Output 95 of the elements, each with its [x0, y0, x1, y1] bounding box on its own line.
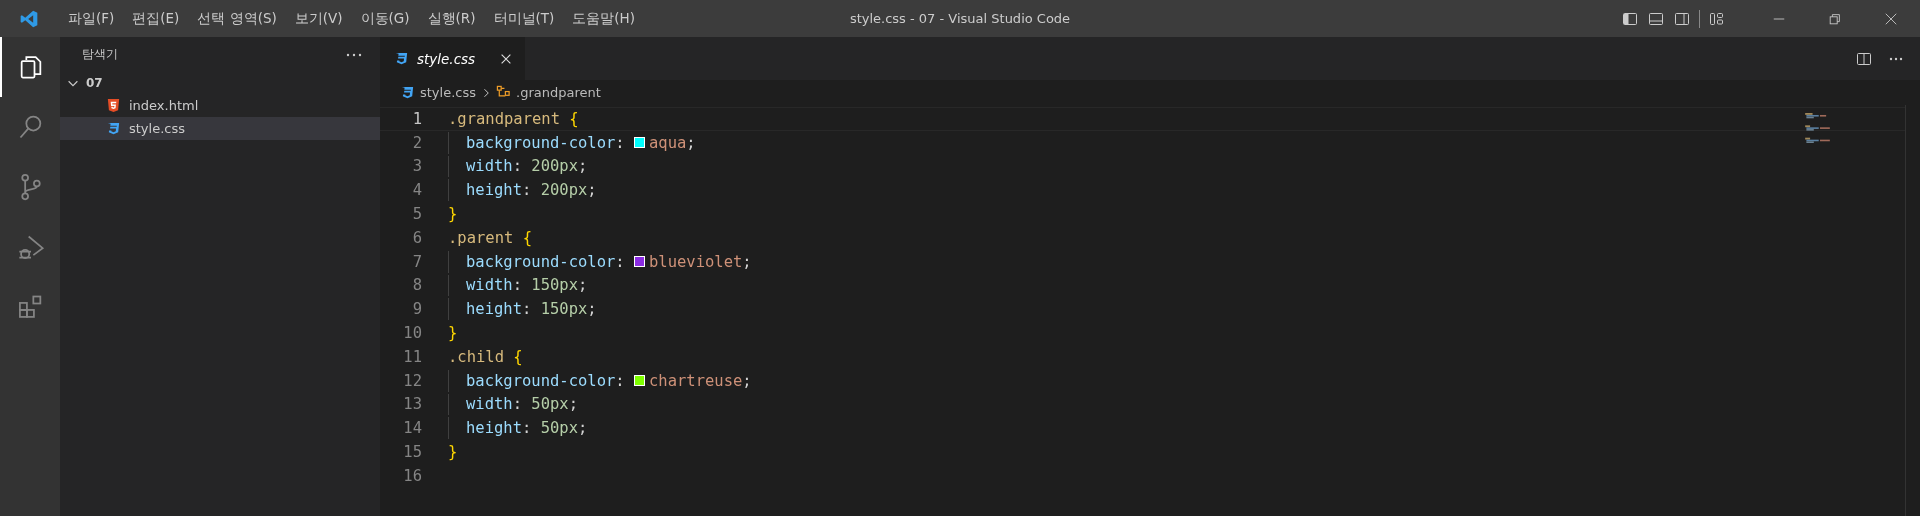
- line-number: 11: [402, 347, 422, 366]
- split-editor-icon[interactable]: [1856, 50, 1872, 67]
- line-number: 10: [402, 324, 422, 343]
- vscode-logo-icon: [19, 8, 39, 29]
- code-token: 50px: [540, 419, 578, 438]
- line-number: 2: [411, 133, 422, 152]
- code-token: .parent: [448, 228, 515, 247]
- code-token: .child: [448, 347, 505, 366]
- code-token: height: [466, 181, 522, 200]
- editor-tab[interactable]: style.css: [380, 37, 526, 80]
- code-token: :: [615, 133, 626, 152]
- line-number: 12: [402, 371, 422, 390]
- layout-icon[interactable]: [1709, 10, 1725, 27]
- run-debug-icon: [17, 233, 45, 261]
- code-token: chartreuse: [649, 371, 743, 390]
- line-number: 6: [411, 228, 422, 247]
- code-token: ;: [587, 181, 597, 200]
- breadcrumb-item[interactable]: .grandparent: [496, 85, 601, 100]
- code-token: ;: [578, 276, 588, 295]
- menu-item[interactable]: 선택 영역(S): [188, 9, 286, 28]
- color-swatch[interactable]: [634, 137, 645, 149]
- line-number: 3: [411, 157, 422, 176]
- code-token: :: [522, 419, 533, 438]
- breadcrumb-item[interactable]: style.css: [400, 85, 476, 100]
- code-token: ;: [578, 157, 588, 176]
- html-file-icon: [106, 98, 121, 113]
- code-token: }: [448, 205, 458, 224]
- code-token: ;: [742, 371, 752, 390]
- sidebar-title: 탐색기: [82, 47, 118, 62]
- restore-icon[interactable]: [1828, 11, 1842, 26]
- minimap-drawing: [1805, 113, 1830, 143]
- menu-item[interactable]: 도움말(H): [563, 9, 644, 28]
- code-token: :: [512, 157, 523, 176]
- code-token: width: [466, 276, 513, 295]
- code-token: :: [512, 276, 523, 295]
- code-token: background-color: [466, 133, 616, 152]
- color-swatch[interactable]: [634, 256, 645, 268]
- window-title: style.css - 07 - Visual Studio Code: [849, 11, 1071, 26]
- code-token: height: [466, 419, 522, 438]
- code-token: ;: [578, 419, 588, 438]
- code-token: blueviolet: [649, 252, 743, 271]
- line-number: 7: [411, 252, 422, 271]
- file-item[interactable]: index.html: [60, 94, 380, 117]
- line-number: 14: [402, 419, 422, 438]
- code-token: 50px: [531, 395, 569, 414]
- css-file-icon: [106, 121, 121, 136]
- code-token: width: [466, 157, 513, 176]
- code-token: 200px: [540, 181, 588, 200]
- code-token: {: [569, 109, 579, 128]
- menu-item[interactable]: 터미널(T): [484, 9, 564, 28]
- code-token: ;: [568, 395, 578, 414]
- code-token: :: [522, 181, 533, 200]
- line-number: 16: [402, 466, 422, 485]
- code-token: :: [522, 300, 533, 319]
- css-file-icon: [394, 51, 409, 66]
- code-token: }: [448, 324, 458, 343]
- code-token: ;: [587, 300, 597, 319]
- line-number: 1: [411, 109, 422, 128]
- code-token: {: [522, 228, 532, 247]
- secondary-sidebar-icon[interactable]: [1674, 10, 1690, 27]
- code-token: aqua: [649, 133, 687, 152]
- line-number: 13: [402, 395, 422, 414]
- line-number: 8: [411, 276, 422, 295]
- code-token: background-color: [466, 371, 616, 390]
- panel-toggle-icon[interactable]: [1648, 10, 1664, 27]
- code-token: ;: [686, 133, 696, 152]
- line-number: 5: [411, 205, 422, 224]
- menu-item[interactable]: 실행(R): [418, 9, 485, 28]
- file-item[interactable]: style.css: [60, 117, 380, 140]
- menu-item[interactable]: 보기(V): [285, 9, 352, 28]
- menu-item[interactable]: 편집(E): [123, 9, 189, 28]
- code-token: 200px: [531, 157, 578, 176]
- line-number: 15: [402, 443, 422, 462]
- code-token: {: [513, 347, 523, 366]
- code-token: width: [466, 395, 513, 414]
- close-icon[interactable]: [1884, 11, 1898, 26]
- code-token: :: [615, 252, 626, 271]
- code-token: height: [466, 300, 522, 319]
- line-number: 4: [411, 181, 422, 200]
- code-token: ;: [742, 252, 752, 271]
- code-token: :: [615, 371, 626, 390]
- code-token: 150px: [540, 300, 588, 319]
- menu-item[interactable]: 이동(G): [351, 9, 419, 28]
- code-token: }: [448, 443, 458, 462]
- more-icon: [346, 52, 362, 57]
- folder-item[interactable]: 07: [60, 72, 380, 94]
- code-token: 150px: [531, 276, 578, 295]
- code-token: .grandparent: [448, 109, 561, 128]
- code-token: background-color: [466, 252, 616, 271]
- color-swatch[interactable]: [634, 375, 645, 387]
- line-number: 9: [411, 300, 422, 319]
- menu-item[interactable]: 파일(F): [59, 9, 124, 28]
- css-file-icon: [400, 85, 415, 100]
- sidebar-toggle-icon[interactable]: [1622, 10, 1638, 27]
- code-token: :: [512, 395, 523, 414]
